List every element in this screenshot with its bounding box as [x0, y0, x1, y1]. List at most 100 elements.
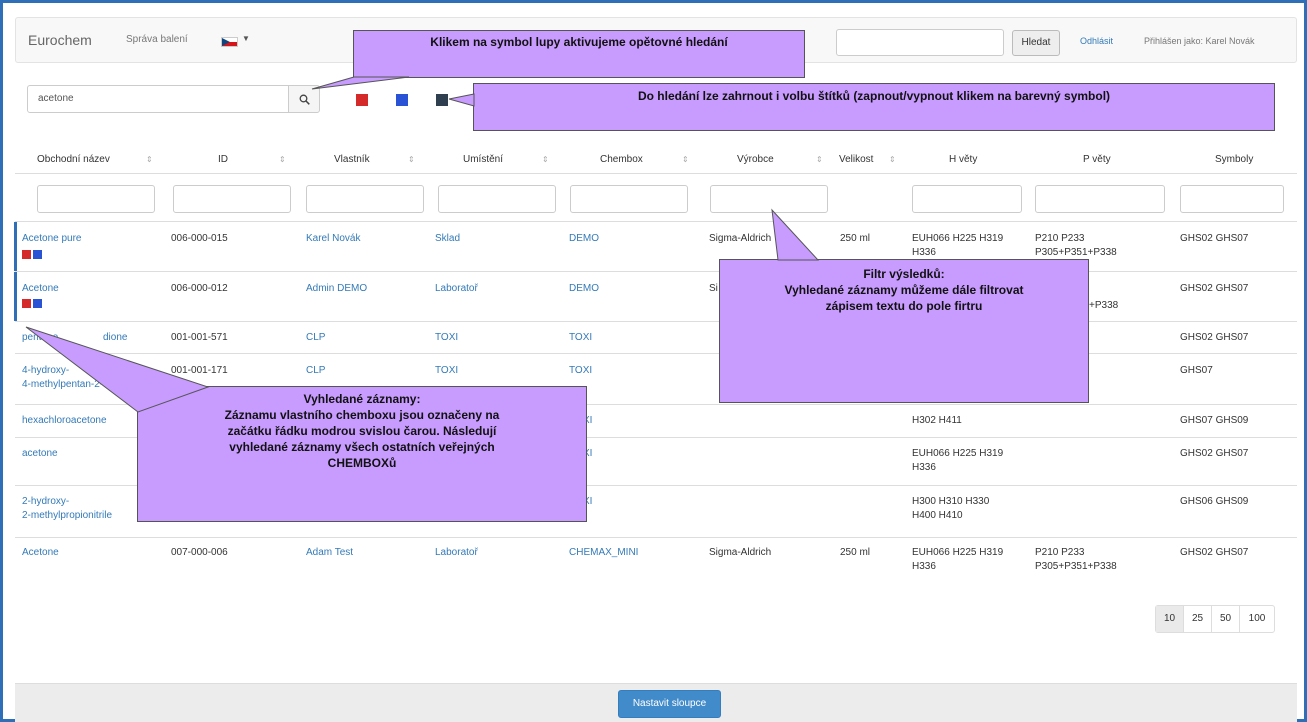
col-header-symbols[interactable]: Symboly	[1215, 154, 1253, 165]
row-chembox[interactable]: TOXI	[569, 331, 592, 345]
col-header-chembox[interactable]: Chembox	[600, 154, 643, 165]
row-h-phrases: H300 H310 H330	[912, 496, 990, 507]
row-name[interactable]: 2-methylpropionitrile	[22, 509, 112, 523]
row-name-tail[interactable]: dione	[103, 331, 127, 345]
col-header-name[interactable]: Obchodní název	[37, 154, 110, 165]
row-symbols: GHS07	[1180, 365, 1213, 376]
app-window: Eurochem Správa balení ▼ Hledat Odhlásit…	[0, 0, 1307, 722]
row-location[interactable]: Laboratoř	[435, 282, 478, 296]
filter-input-name[interactable]	[37, 185, 155, 213]
row-owner[interactable]: Karel Novák	[306, 232, 360, 246]
filter-input-location[interactable]	[438, 185, 556, 213]
col-header-maker[interactable]: Výrobce	[737, 154, 774, 165]
callout-text: CHEMBOXů	[327, 456, 397, 470]
row-name[interactable]: 2-hydroxy-	[22, 495, 69, 509]
sort-icon[interactable]: ⇕	[279, 155, 286, 164]
callout-text: Do hledání lze zahrnout i volbu štítků (…	[637, 89, 1111, 103]
row-size: 250 ml	[840, 547, 871, 558]
page-size-selector: 10 25 50 100	[1155, 605, 1275, 633]
callout-text: začátku řádku modrou svislou čarou. Násl…	[227, 424, 497, 438]
row-name[interactable]: acetone	[22, 447, 58, 461]
sort-icon[interactable]: ⇕	[889, 155, 896, 164]
row-location[interactable]: Laboratoř	[435, 546, 478, 560]
row-name[interactable]: 4-hydroxy-	[22, 364, 69, 378]
tag-blue	[33, 250, 42, 259]
row-location[interactable]: TOXI	[435, 331, 458, 345]
callout-results: Vyhledané záznamy: Záznamu vlastního che…	[25, 326, 587, 522]
sort-icon[interactable]: ⇕	[682, 155, 689, 164]
row-owner[interactable]: Admin DEMO	[306, 282, 367, 296]
tag-blue[interactable]	[396, 94, 408, 106]
col-header-location[interactable]: Umístění	[463, 154, 503, 165]
brand-logo[interactable]: Eurochem	[28, 32, 92, 48]
callout-title: Vyhledané záznamy:	[303, 392, 421, 406]
sort-icon[interactable]: ⇕	[542, 155, 549, 164]
search-input[interactable]: acetone	[27, 85, 289, 113]
row-chembox[interactable]: DEMO	[569, 282, 599, 296]
row-symbols: GHS02 GHS07	[1180, 448, 1249, 459]
row-chembox[interactable]: CHEMAX_MINI	[569, 546, 638, 560]
own-chembox-marker	[14, 222, 17, 271]
row-chembox[interactable]: DEMO	[569, 232, 599, 246]
col-header-h-phrases[interactable]: H věty	[949, 154, 977, 165]
czech-flag-icon[interactable]	[221, 37, 238, 47]
row-location[interactable]: Sklad	[435, 232, 460, 246]
row-maker: Sigma-Aldrich	[709, 233, 772, 244]
row-size: 250 ml	[840, 233, 871, 244]
search-button[interactable]	[288, 85, 320, 113]
filter-input-maker[interactable]	[710, 185, 828, 213]
page-size-option[interactable]: 50	[1212, 606, 1240, 632]
tag-dark[interactable]	[436, 94, 448, 106]
row-maker: Sigma-Aldrich	[709, 547, 772, 558]
tag-red	[22, 250, 31, 259]
page-size-option[interactable]: 25	[1184, 606, 1212, 632]
row-name[interactable]: Acetone	[22, 546, 59, 560]
callout-text: Záznamu vlastního chemboxu jsou označeny…	[224, 408, 500, 422]
top-search-button[interactable]: Hledat	[1012, 30, 1060, 56]
filter-input-id[interactable]	[173, 185, 291, 213]
col-header-id[interactable]: ID	[218, 154, 228, 165]
col-header-size[interactable]: Velikost	[839, 154, 873, 165]
row-h-phrases: H400 H410	[912, 510, 963, 521]
sort-icon[interactable]: ⇕	[408, 155, 415, 164]
filter-input-h-phrases[interactable]	[912, 185, 1022, 213]
callout-tags: Do hledání lze zahrnout i volbu štítků (…	[448, 83, 1275, 131]
row-h-phrases: EUH066 H225 H319	[912, 547, 1004, 558]
row-id: 007-000-006	[171, 547, 228, 558]
row-name[interactable]: Acetone pure	[22, 232, 82, 246]
row-id: 006-000-015	[171, 233, 228, 244]
row-owner[interactable]: CLP	[306, 364, 325, 378]
sort-icon[interactable]: ⇕	[146, 155, 153, 164]
row-id: 001-001-571	[171, 332, 228, 343]
callout-filter: Filtr výsledků: Vyhledané záznamy můžeme…	[719, 208, 1089, 403]
tag-red[interactable]	[356, 94, 368, 106]
page-size-option[interactable]: 10	[1156, 606, 1184, 632]
chevron-down-icon[interactable]: ▼	[242, 34, 250, 43]
search-icon	[299, 94, 310, 105]
row-owner[interactable]: CLP	[306, 331, 325, 345]
callout-search-icon: Klikem na symbol lupy aktivujeme opětovn…	[311, 30, 805, 90]
row-symbols: GHS06 GHS09	[1180, 496, 1249, 507]
row-symbols: GHS02 GHS07	[1180, 283, 1249, 294]
col-header-owner[interactable]: Vlastník	[334, 154, 370, 165]
row-h-phrases: H302 H411	[912, 415, 962, 426]
row-location[interactable]: TOXI	[435, 364, 458, 378]
sort-icon[interactable]: ⇕	[816, 155, 823, 164]
configure-columns-button[interactable]: Nastavit sloupce	[618, 690, 721, 718]
col-header-p-phrases[interactable]: P věty	[1083, 154, 1111, 165]
row-chembox[interactable]: TOXI	[569, 364, 592, 378]
page-size-option[interactable]: 100	[1240, 606, 1274, 632]
filter-input-owner[interactable]	[306, 185, 424, 213]
row-name[interactable]: Acetone	[22, 282, 59, 296]
filter-input-symbols[interactable]	[1180, 185, 1284, 213]
row-p-phrases: P305+P351+P338	[1035, 247, 1117, 258]
filter-input-chembox[interactable]	[570, 185, 688, 213]
row-owner[interactable]: Adam Test	[306, 546, 353, 560]
nav-link-packaging[interactable]: Správa balení	[126, 34, 188, 45]
logout-link[interactable]: Odhlásit	[1080, 36, 1113, 46]
row-p-phrases: P305+P351+P338	[1035, 561, 1117, 572]
row-name[interactable]: hexachloroacetone	[22, 414, 107, 428]
row-p-phrases: P210 P233	[1035, 547, 1085, 558]
filter-input-p-phrases[interactable]	[1035, 185, 1165, 213]
top-search-input[interactable]	[836, 29, 1004, 56]
